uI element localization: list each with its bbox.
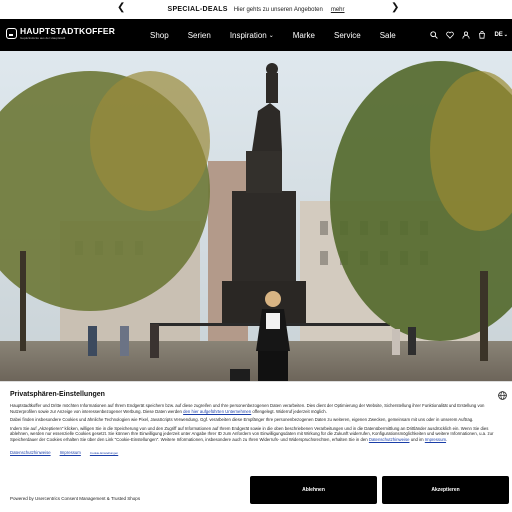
nav-item-serien[interactable]: Serien	[188, 31, 211, 40]
nav-item-shop[interactable]: Shop	[150, 31, 169, 40]
brand-tagline: Gepäckstücke aus der Hauptstadt	[20, 36, 66, 40]
imprint-link[interactable]: Impressum	[60, 450, 81, 455]
user-icon[interactable]	[462, 31, 471, 39]
brand-name: HAUPTSTADTKOFFER	[20, 26, 116, 36]
consent-dialog: Privatsphären-Einstellungen Hauptstadtko…	[0, 381, 512, 512]
nav-item-inspiration[interactable]: Inspiration ⌄	[230, 31, 274, 40]
hero-image	[0, 51, 512, 381]
promo-bar: ❮ SPECIAL-DEALS Hier gehts zu unseren An…	[0, 0, 512, 19]
consent-paragraph-2: Dabei finden insbesondere Cookies und äh…	[10, 417, 474, 423]
language-selector[interactable]: DE ⌄	[494, 32, 508, 38]
hero-scene	[0, 51, 512, 381]
heart-icon[interactable]	[446, 31, 455, 39]
consent-paragraph-3: Indem Sie auf „Akzeptieren" klicken, wil…	[10, 425, 494, 442]
vendor-list-link[interactable]: den hier aufgeführten Unternehmen	[183, 409, 251, 414]
imprint-inline-link[interactable]: Impressum	[425, 437, 446, 442]
nav-item-marke[interactable]: Marke	[293, 31, 315, 40]
reject-button[interactable]: Ablehnen	[250, 476, 377, 504]
search-icon[interactable]	[430, 31, 439, 39]
promo-next-arrow-icon[interactable]: ❯	[391, 2, 399, 13]
promo-prev-arrow-icon[interactable]: ❮	[117, 2, 125, 13]
promo-title: SPECIAL-DEALS	[167, 6, 228, 13]
chevron-down-icon: ⌄	[268, 32, 274, 39]
consent-title: Privatsphären-Einstellungen	[10, 391, 105, 398]
privacy-link[interactable]: Datenschutzhinweise	[10, 450, 51, 455]
nav-item-sale[interactable]: Sale	[380, 31, 396, 40]
privacy-notice-link[interactable]: Datenschutzhinweise	[369, 437, 410, 442]
nav-menu: Shop Serien Inspiration ⌄ Marke Service …	[150, 19, 415, 51]
promo-more-link[interactable]: mehr	[331, 7, 345, 13]
nav-item-service[interactable]: Service	[334, 31, 361, 40]
chevron-down-icon: ⌄	[503, 32, 508, 38]
nav-icons: DE ⌄	[422, 19, 508, 51]
main-navigation: HAUPTSTADTKOFFER Gepäckstücke aus der Ha…	[0, 19, 512, 51]
consent-links: Datenschutzhinweise Impressum Cookie-Ein…	[10, 450, 502, 455]
consent-paragraph-1: Hauptstadtkoffer und Dritte möchten Info…	[10, 403, 485, 414]
language-label: DE	[494, 32, 503, 38]
cart-icon[interactable]	[478, 31, 486, 39]
accept-button[interactable]: Akzeptieren	[382, 476, 509, 504]
powered-by: Powered by Usercentrics Consent Manageme…	[10, 496, 141, 501]
nav-item-inspiration-label: Inspiration	[229, 30, 267, 40]
brand-logo[interactable]: HAUPTSTADTKOFFER Gepäckstücke aus der Ha…	[6, 27, 115, 40]
promo-subtitle: Hier gehts zu unseren Angeboten	[233, 6, 323, 13]
globe-icon[interactable]	[498, 391, 507, 400]
suitcase-logo-icon	[6, 28, 17, 39]
cookie-settings-link[interactable]: Cookie-Einstellungen	[90, 451, 118, 455]
